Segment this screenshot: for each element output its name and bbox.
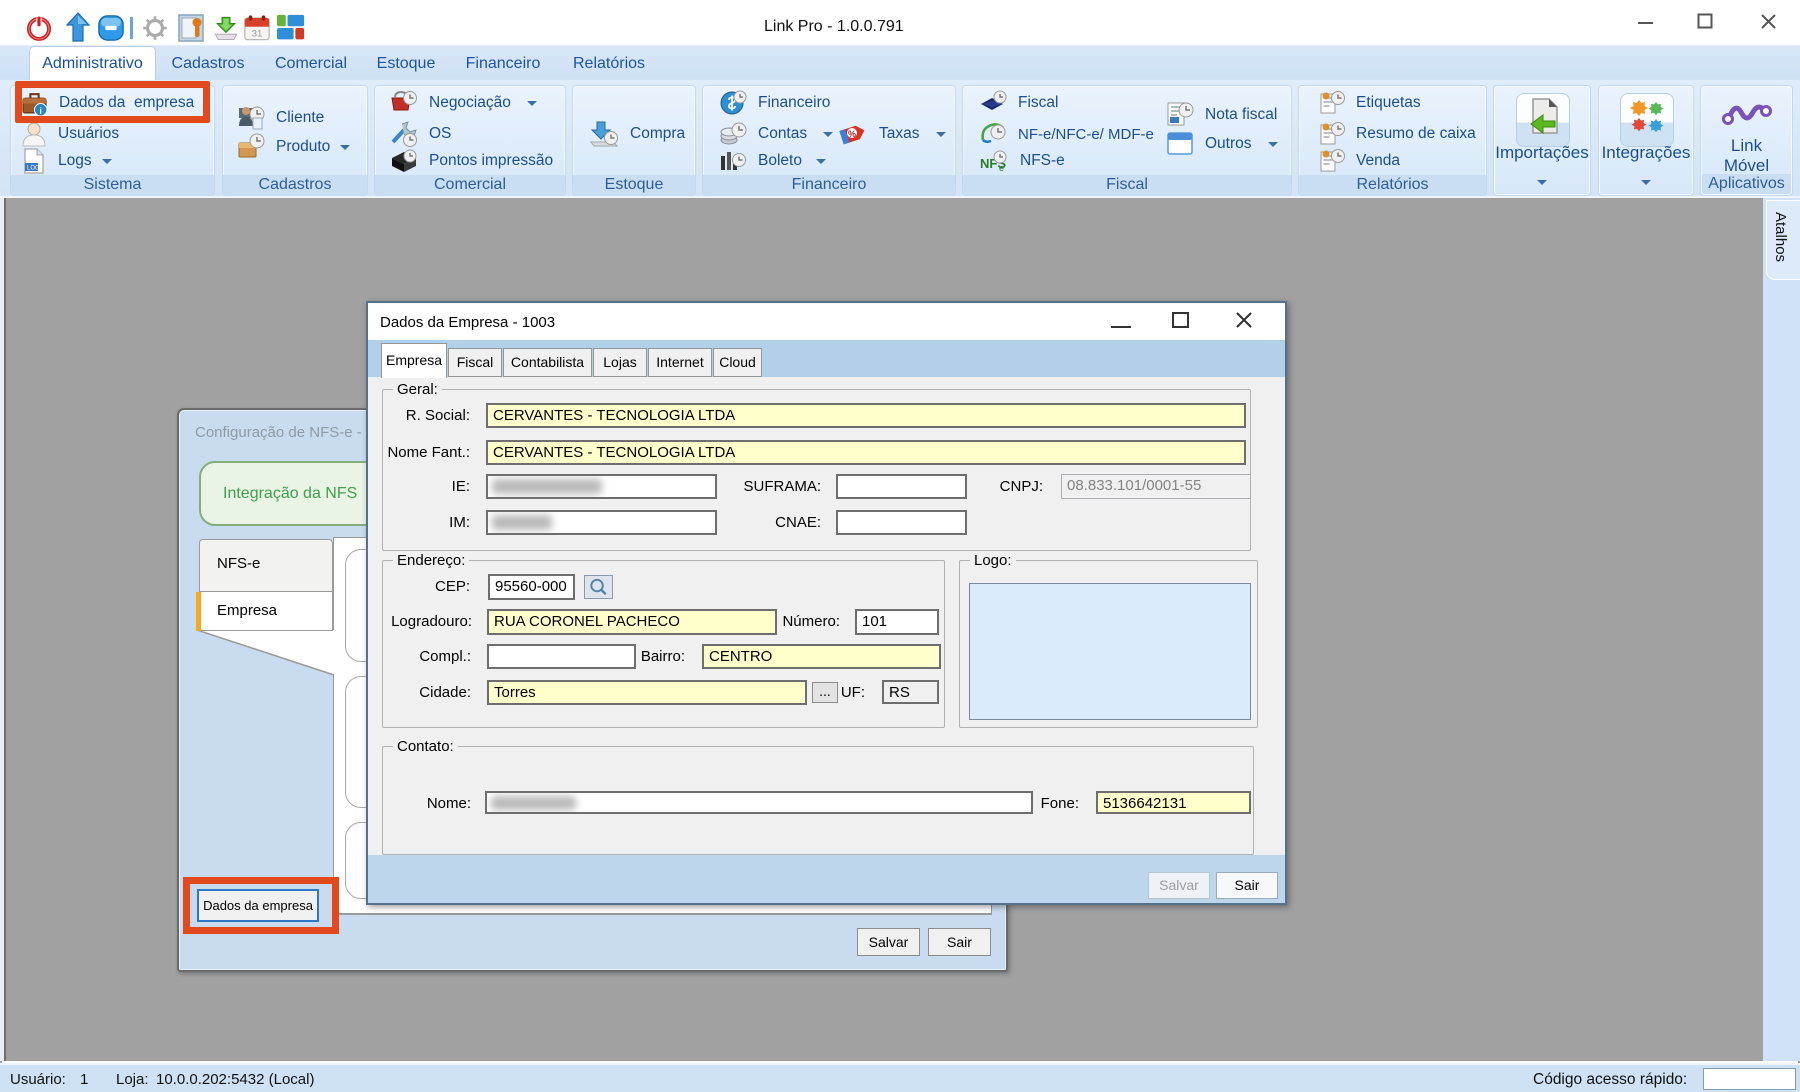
svg-text:31: 31 <box>252 29 263 40</box>
